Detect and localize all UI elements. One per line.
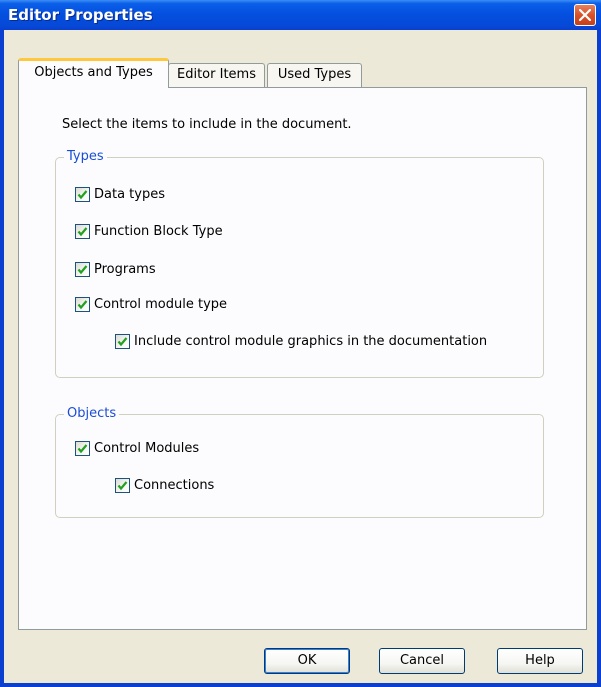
checkbox-box[interactable] <box>115 478 130 493</box>
checkbox-label: Function Block Type <box>94 224 223 239</box>
checkbox-box[interactable] <box>115 334 130 349</box>
checkbox-box[interactable] <box>75 187 90 202</box>
check-icon <box>77 265 88 275</box>
checkbox-label: Control module type <box>94 297 228 312</box>
checkbox-label: Programs <box>94 262 156 277</box>
types-group-legend: Types <box>64 149 107 165</box>
checkbox-box[interactable] <box>75 224 90 239</box>
check-icon <box>117 337 128 347</box>
tab-used-types[interactable]: Used Types <box>267 63 362 87</box>
check-icon <box>77 190 88 200</box>
objects-group-legend: Objects <box>64 406 120 422</box>
tab-label: Used Types <box>277 67 352 82</box>
checkbox-box[interactable] <box>75 262 90 277</box>
close-icon <box>579 9 591 21</box>
checkbox-box[interactable] <box>75 441 90 456</box>
check-icon <box>77 300 88 310</box>
help-button[interactable]: Help <box>497 648 583 674</box>
checkbox-label: Connections <box>134 478 215 493</box>
title-bar[interactable]: Editor Properties <box>0 0 601 30</box>
check-icon <box>117 481 128 491</box>
tab-objects-and-types[interactable]: Objects and Types <box>18 58 169 88</box>
checkbox-box[interactable] <box>75 297 90 312</box>
types-group: Types Data types Function Block Type Pro… <box>55 149 544 378</box>
window-title: Editor Properties <box>8 6 153 24</box>
close-button[interactable] <box>574 4 596 26</box>
tab-panel: Select the items to include in the docum… <box>18 87 587 630</box>
cancel-button[interactable]: Cancel <box>379 648 465 674</box>
checkbox-label: Control Modules <box>94 441 200 456</box>
ok-button[interactable]: OK <box>264 648 350 674</box>
tab-label: Objects and Types <box>34 65 153 80</box>
checkbox-label: Include control module graphics in the d… <box>134 334 488 349</box>
objects-group: Objects Control Modules Connections <box>55 406 544 518</box>
checkbox-label: Data types <box>94 187 165 202</box>
check-icon <box>77 444 88 454</box>
instruction-text: Select the items to include in the docum… <box>62 117 352 132</box>
tab-editor-items[interactable]: Editor Items <box>168 63 265 87</box>
tab-label: Editor Items <box>177 67 256 82</box>
check-icon <box>77 227 88 237</box>
